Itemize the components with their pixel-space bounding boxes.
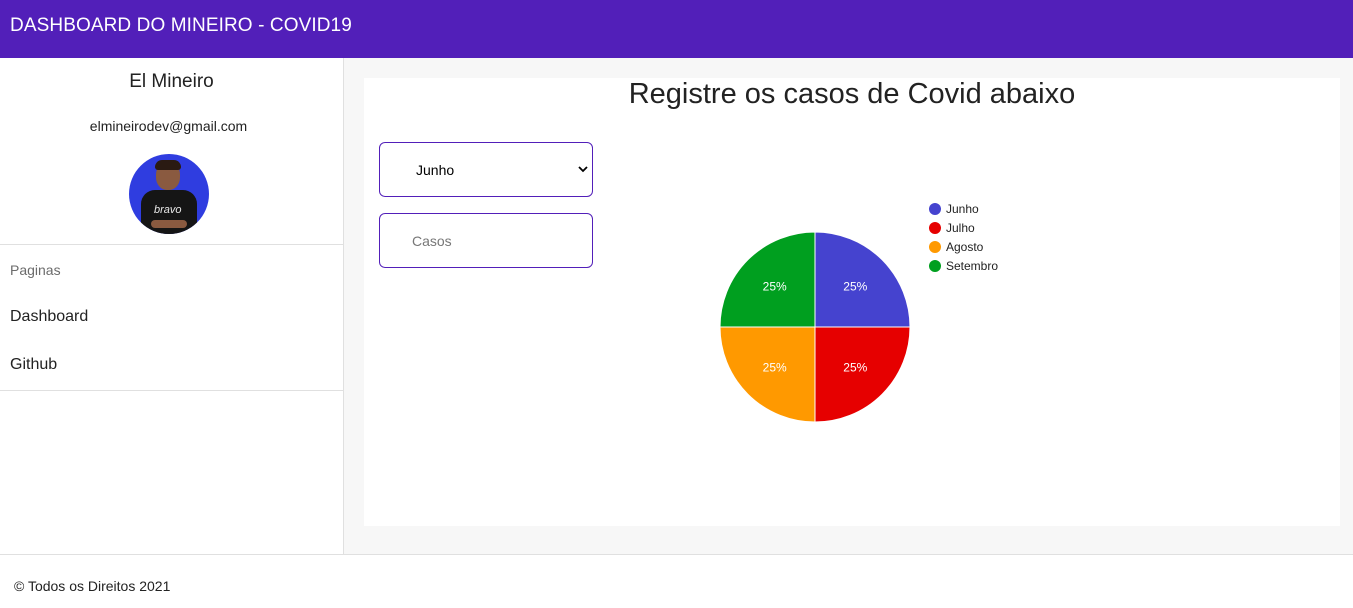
month-select[interactable]: Junho	[379, 142, 593, 197]
pie-slice-junho	[814, 231, 911, 328]
avatar-arms	[151, 220, 187, 228]
legend-label-junho: Junho	[946, 202, 979, 216]
avatar: bravo	[129, 154, 209, 234]
month-select-value: Junho	[416, 162, 455, 178]
profile-name: El Mineiro	[129, 71, 214, 92]
main-content: Registre os casos de Covid abaixo Junho …	[344, 58, 1353, 554]
chart-card: Registre os casos de Covid abaixo Junho …	[364, 78, 1340, 526]
pie-label-setembro: 25%	[763, 280, 787, 294]
nav-section-label: Paginas	[10, 262, 61, 278]
profile-email: elmineirodev@gmail.com	[89, 118, 248, 134]
footer: © Todos os Direitos 2021	[0, 554, 1353, 608]
legend-marker-junho	[929, 203, 941, 215]
legend-label-julho: Julho	[946, 221, 975, 235]
page-title: Registre os casos de Covid abaixo	[628, 78, 1076, 110]
cases-input[interactable]	[412, 231, 582, 251]
pie-slice-julho	[814, 326, 911, 423]
avatar-hair	[155, 160, 181, 170]
legend-marker-setembro	[929, 260, 941, 272]
legend-marker-agosto	[929, 241, 941, 253]
profile-section: El Mineiro elmineirodev@gmail.com bravo	[0, 58, 343, 245]
sidebar: El Mineiro elmineirodev@gmail.com bravo …	[0, 58, 344, 554]
top-app-bar: DASHBOARD DO MINEIRO - COVID19	[0, 0, 1353, 58]
pie-slice-setembro	[719, 231, 816, 328]
legend-label-setembro: Setembro	[946, 259, 998, 273]
pie-label-agosto: 25%	[763, 360, 787, 374]
legend-label-agosto: Agosto	[946, 240, 984, 254]
sidebar-item-dashboard[interactable]: Dashboard	[10, 308, 88, 326]
pie-slice-agosto	[719, 326, 816, 423]
chevron-down-icon	[578, 166, 588, 173]
footer-copyright: © Todos os Direitos 2021	[14, 578, 171, 594]
legend-marker-julho	[929, 222, 941, 234]
app-title: DASHBOARD DO MINEIRO - COVID19	[10, 15, 352, 36]
sidebar-item-github[interactable]: Github	[10, 356, 57, 374]
pie-label-julho: 25%	[843, 360, 867, 374]
avatar-shirt-text: bravo	[154, 204, 182, 216]
sidebar-nav: Paginas Dashboard Github	[0, 245, 343, 391]
cases-field[interactable]	[379, 213, 593, 268]
pie-label-junho: 25%	[843, 280, 867, 294]
